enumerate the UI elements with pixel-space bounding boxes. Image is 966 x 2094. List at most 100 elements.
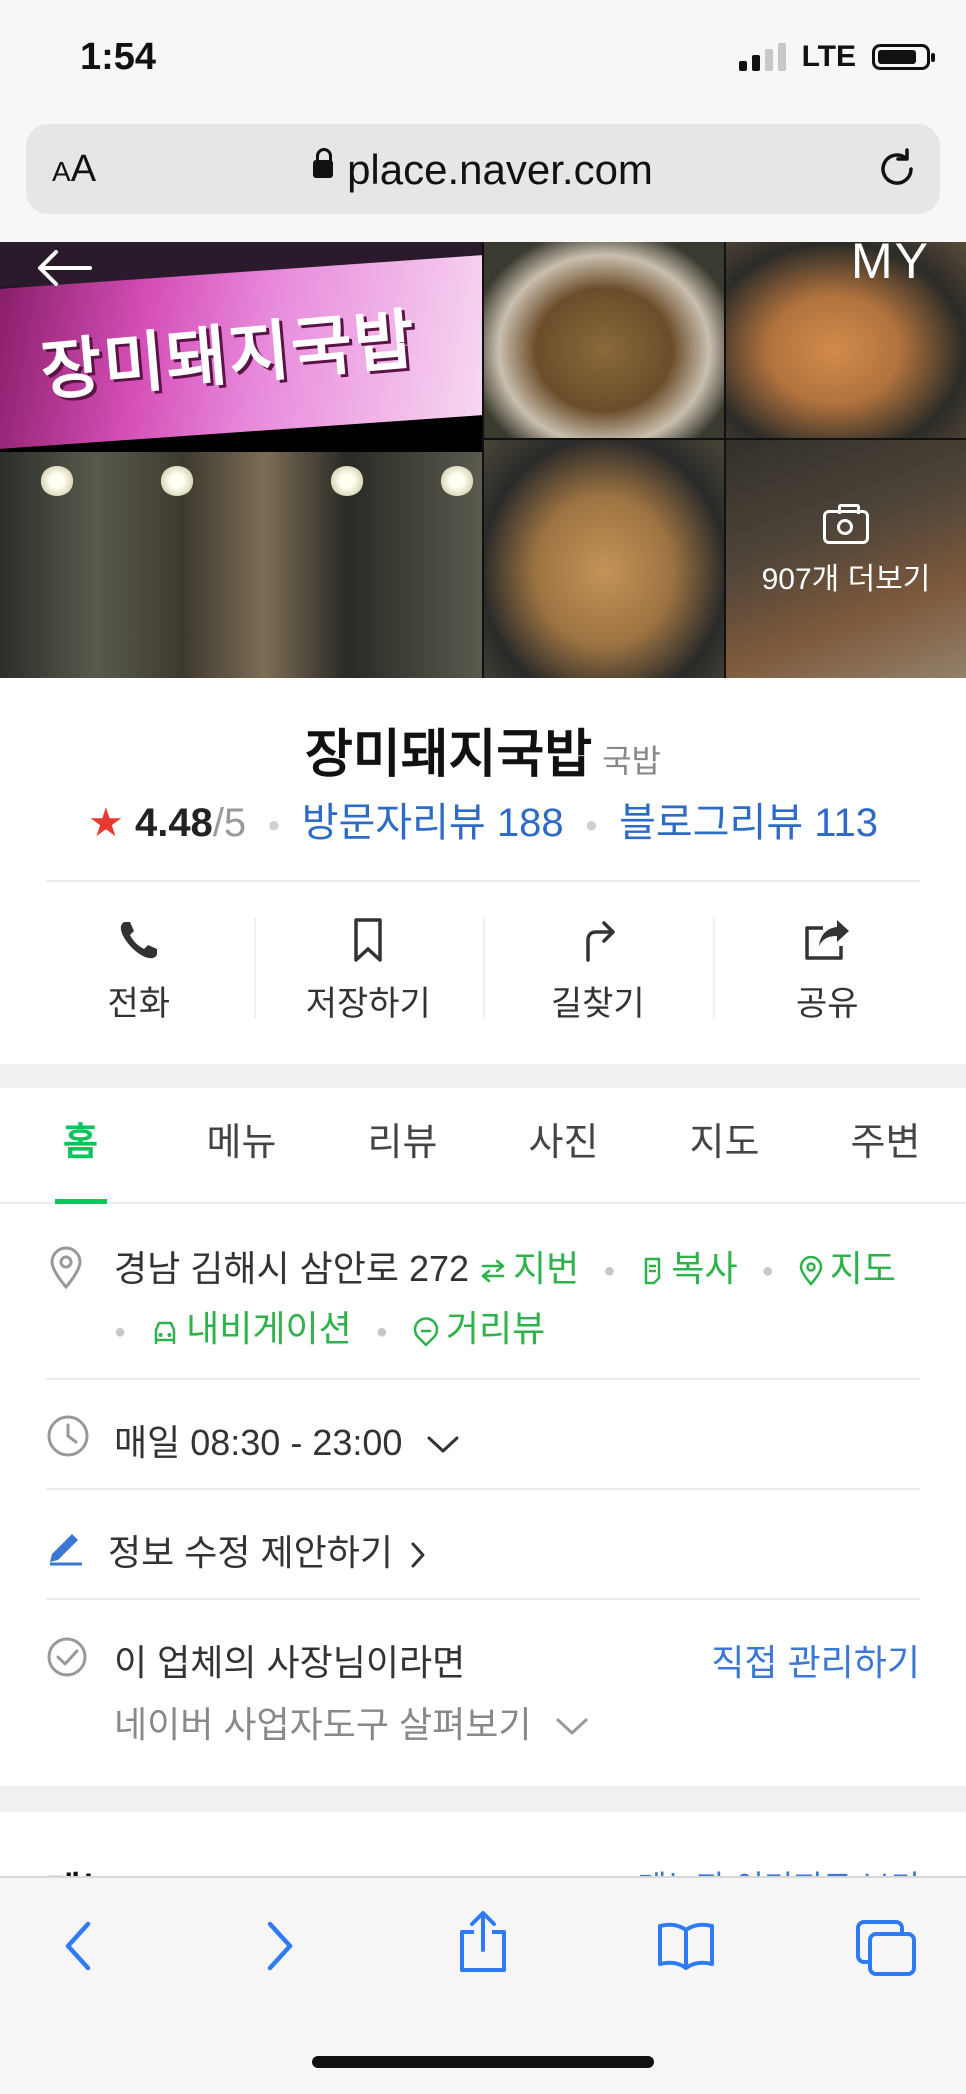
url-display[interactable]: place.naver.com — [26, 146, 940, 194]
suggest-edit-row[interactable]: 정보 수정 제안하기 — [46, 1522, 920, 1582]
divider — [46, 1488, 920, 1490]
car-icon — [154, 1321, 176, 1344]
tabs-icon[interactable] — [854, 1918, 918, 1978]
location-pin-icon — [50, 1246, 82, 1290]
jibun-label: 지번 — [513, 1248, 580, 1289]
lamp-icon — [40, 466, 74, 496]
food-photo-2[interactable] — [726, 242, 966, 438]
rating-row: ★ 4.48/5 ● 방문자리뷰 188 ● 블로그리뷰 113 — [0, 790, 966, 848]
food-photo-1[interactable] — [484, 242, 724, 438]
suggest-edit-content: 정보 수정 제안하기 — [108, 1524, 427, 1576]
copy-icon — [645, 1258, 661, 1285]
divider — [46, 1378, 920, 1380]
back-icon[interactable] — [58, 1918, 98, 1974]
rating-score: 4.48 — [134, 801, 213, 845]
tab-nearby[interactable]: 주변 — [805, 1088, 966, 1202]
action-bar: 전화 저장하기 길찾기 공유 — [24, 900, 942, 1050]
pencil-icon — [50, 1534, 82, 1566]
owner-row: 이 업체의 사장님이라면 직접 관리하기 네이버 사업자도구 살펴보기 — [46, 1632, 920, 1762]
address-bar[interactable]: AA place.naver.com — [26, 124, 940, 214]
signal-icon — [738, 43, 786, 71]
battery-icon — [872, 44, 935, 70]
navigation-link[interactable]: 내비게이션 — [150, 1308, 352, 1349]
share-icon[interactable] — [456, 1910, 510, 1974]
owner-text: 이 업체의 사장님이라면 — [114, 1642, 466, 1683]
share-label: 공유 — [795, 985, 859, 1023]
separator-dot: ● — [267, 812, 281, 838]
reload-icon[interactable] — [874, 146, 920, 192]
my-button[interactable]: MY — [851, 232, 930, 290]
home-indicator[interactable] — [312, 2056, 654, 2068]
save-label: 저장하기 — [305, 985, 431, 1023]
map-link[interactable]: 지도 — [798, 1248, 896, 1289]
tab-home[interactable]: 홈 — [0, 1088, 161, 1204]
status-bar: 1:54 LTE — [0, 0, 966, 120]
share-button[interactable]: 공유 — [712, 900, 943, 1050]
jibun-link[interactable]: 지번 — [479, 1248, 579, 1289]
directions-icon — [586, 921, 615, 962]
food-photo-3[interactable] — [484, 440, 724, 678]
section-gap — [0, 1786, 966, 1812]
suggest-edit-text: 정보 수정 제안하기 — [108, 1532, 393, 1573]
tab-map[interactable]: 지도 — [644, 1088, 805, 1202]
place-title: 장미돼지국밥 국밥 — [0, 712, 966, 787]
separator-dot: ● — [761, 1260, 774, 1283]
lamp-icon — [160, 466, 194, 496]
chevron-down-icon — [556, 1718, 588, 1735]
star-icon: ★ — [87, 801, 124, 845]
status-right: LTE — [738, 40, 935, 74]
navigation-label: 내비게이션 — [186, 1308, 352, 1350]
manage-link[interactable]: 직접 관리하기 — [711, 1634, 920, 1686]
lamp-icon — [330, 466, 364, 496]
tab-bar: 홈 메뉴 리뷰 사진 지도 주변 — [0, 1088, 966, 1204]
copy-label: 복사 — [671, 1248, 738, 1289]
place-name: 장미돼지국밥 — [305, 726, 593, 784]
visitor-reviews-link[interactable]: 방문자리뷰 188 — [302, 801, 564, 845]
map-label: 지도 — [829, 1248, 897, 1289]
place-category: 국밥 — [602, 743, 661, 779]
clock-icon — [47, 1415, 89, 1457]
share-icon — [805, 920, 850, 960]
photo-grid: 장미돼지국밥 907개 더보기 — [0, 242, 966, 678]
phone-icon — [120, 922, 157, 959]
tab-photos[interactable]: 사진 — [483, 1088, 644, 1202]
directions-button[interactable]: 길찾기 — [483, 900, 713, 1050]
tab-reviews[interactable]: 리뷰 — [322, 1088, 483, 1202]
copy-link[interactable]: 복사 — [639, 1248, 738, 1289]
streetview-icon — [413, 1317, 439, 1347]
call-label: 전화 — [107, 985, 171, 1023]
hours-row[interactable]: 매일 08:30 - 23:00 — [46, 1412, 920, 1472]
check-circle-icon — [47, 1637, 87, 1677]
lock-icon — [313, 147, 334, 178]
bookmark-icon — [354, 918, 382, 962]
separator-dot: ● — [375, 1320, 388, 1343]
storefront-photo[interactable]: 장미돼지국밥 — [0, 242, 482, 678]
more-photos-button[interactable]: 907개 더보기 — [726, 504, 966, 598]
camera-icon — [823, 504, 869, 544]
business-tools-row[interactable]: 네이버 사업자도구 살펴보기 — [114, 1696, 589, 1748]
hours-content: 매일 08:30 - 23:00 — [114, 1414, 460, 1466]
bookmarks-icon[interactable] — [656, 1920, 716, 1970]
streetview-link[interactable]: 거리뷰 — [412, 1308, 545, 1349]
address-content: 경남 김해시 삼안로 272 지번 ● 복사 ● 지도 ● 내비게이션 ● 거리… — [114, 1240, 934, 1361]
browser-address-area: AA place.naver.com — [0, 120, 966, 242]
tab-menu[interactable]: 메뉴 — [161, 1088, 322, 1202]
blog-reviews-link[interactable]: 블로그리뷰 113 — [619, 801, 878, 845]
divider — [46, 1598, 920, 1600]
business-tools-text: 네이버 사업자도구 살펴보기 — [114, 1704, 532, 1745]
streetview-label: 거리뷰 — [445, 1308, 546, 1350]
address-text: 경남 김해시 삼안로 272 — [114, 1248, 470, 1289]
lamp-icon — [440, 466, 474, 496]
chevron-down-icon[interactable] — [426, 1435, 460, 1455]
save-button[interactable]: 저장하기 — [253, 900, 484, 1050]
section-gap — [0, 1064, 966, 1088]
chevron-right-icon — [411, 1542, 425, 1568]
back-arrow-icon[interactable] — [34, 248, 94, 288]
directions-label: 길찾기 — [550, 985, 645, 1023]
status-time: 1:54 — [80, 36, 157, 78]
map-pin-icon — [799, 1256, 823, 1287]
forward-icon[interactable] — [260, 1918, 300, 1974]
separator-dot: ● — [584, 812, 598, 838]
call-button[interactable]: 전화 — [24, 900, 254, 1050]
network-label: LTE — [801, 40, 856, 73]
